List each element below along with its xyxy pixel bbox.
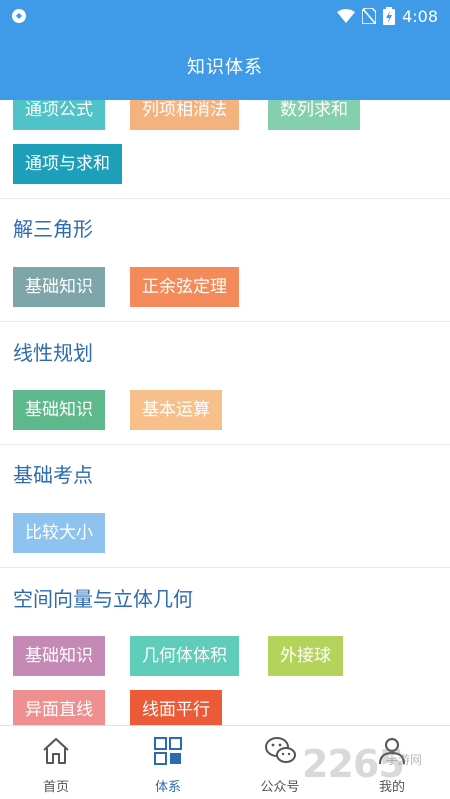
section-title: 基础考点 (13, 463, 93, 487)
divider (0, 444, 450, 445)
wechat-icon (265, 737, 296, 763)
knowledge-list: 通项公式 列项相消法 数列求和 通项与求和 解三角形 基础知识 正余弦定理 线性… (0, 100, 450, 725)
status-time: 4:08 (402, 6, 438, 26)
tab-home[interactable]: 首页 (0, 726, 112, 799)
tag-item[interactable]: 几何体体积 (130, 636, 239, 676)
section-title: 线性规划 (13, 341, 93, 365)
status-bar: ◆ 4:08 (0, 0, 450, 32)
no-sim-icon (362, 8, 377, 24)
tag-item[interactable]: 外接球 (268, 636, 343, 676)
tab-label: 首页 (42, 780, 69, 795)
battery-icon (383, 7, 396, 25)
tag-item[interactable]: 比较大小 (13, 513, 105, 553)
divider (0, 198, 450, 199)
shield-icon: ◆ (12, 9, 26, 23)
tag-item[interactable]: 基础知识 (13, 267, 105, 307)
section-title: 空间向量与立体几何 (13, 587, 193, 611)
tab-system[interactable]: 体系 (112, 726, 224, 799)
tag-item[interactable]: 通项与求和 (13, 144, 122, 184)
section-title: 解三角形 (13, 217, 93, 241)
tag-item[interactable]: 列项相消法 (130, 100, 239, 130)
tag-item[interactable]: 通项公式 (13, 100, 105, 130)
tag-item[interactable]: 数列求和 (268, 100, 360, 130)
tab-label: 体系 (154, 780, 181, 795)
tag-item[interactable]: 正余弦定理 (130, 267, 239, 307)
page-title: 知识体系 (0, 32, 450, 100)
tag-item[interactable]: 异面直线 (13, 690, 105, 725)
tag-item[interactable]: 基础知识 (13, 390, 105, 430)
divider (0, 321, 450, 322)
tag-item[interactable]: 基本运算 (130, 390, 222, 430)
divider (0, 567, 450, 568)
tag-item[interactable]: 线面平行 (130, 690, 222, 725)
home-icon (43, 738, 69, 764)
grid-icon (154, 737, 182, 765)
tag-item[interactable]: 基础知识 (13, 636, 105, 676)
watermark-subtitle: 手游网 (386, 753, 423, 767)
wifi-icon (337, 9, 356, 23)
